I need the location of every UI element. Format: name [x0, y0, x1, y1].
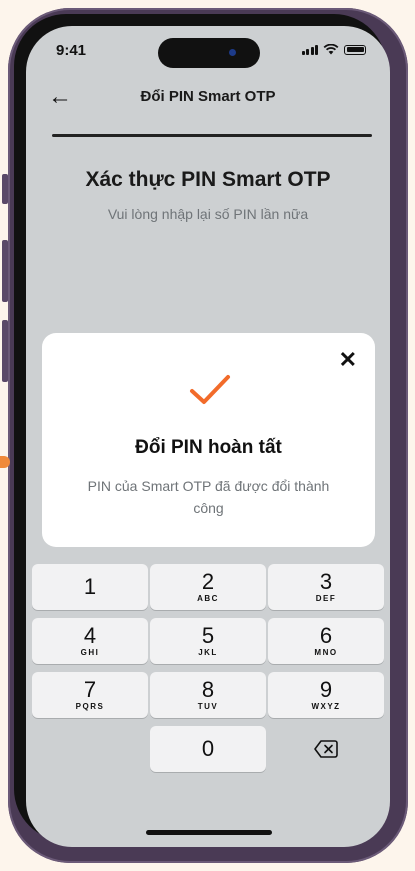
- camera-icon: [229, 49, 236, 56]
- phone-screen: 9:41 ← Đổi PIN Smart OTP Xác thực PIN Sm…: [26, 26, 390, 847]
- side-button-volume-up: [2, 240, 8, 302]
- nav-bar: ← Đổi PIN Smart OTP: [26, 78, 390, 118]
- status-bar: 9:41: [26, 26, 390, 74]
- key-digit: 5: [201, 623, 215, 648]
- key-3[interactable]: 3 DEF: [268, 564, 384, 610]
- key-letters: JKL: [198, 648, 218, 657]
- key-letters: MNO: [314, 648, 338, 657]
- key-1[interactable]: 1: [32, 564, 148, 610]
- key-letters: TUV: [197, 702, 219, 711]
- status-time: 9:41: [56, 42, 87, 59]
- key-digit: 9: [319, 677, 333, 702]
- key-digit: 1: [83, 574, 97, 599]
- key-digit: 4: [83, 623, 97, 648]
- key-2[interactable]: 2 ABC: [150, 564, 266, 610]
- wifi-icon: [323, 44, 339, 55]
- home-indicator[interactable]: [146, 830, 272, 835]
- key-7[interactable]: 7 PQRS: [32, 672, 148, 718]
- key-letters: ABC: [197, 594, 219, 603]
- dialog-title: Đổi PIN hoàn tất: [135, 437, 282, 458]
- status-icons: [301, 44, 366, 55]
- signal-icon: [301, 44, 318, 55]
- key-8[interactable]: 8 TUV: [150, 672, 266, 718]
- key-letters: GHI: [80, 648, 100, 657]
- dynamic-island: [158, 38, 260, 68]
- key-digit: 3: [319, 569, 333, 594]
- key-digit: 6: [319, 623, 333, 648]
- key-5[interactable]: 5 JKL: [150, 618, 266, 664]
- key-letters: PQRS: [75, 702, 105, 711]
- key-digit: 0: [201, 736, 215, 761]
- key-9[interactable]: 9 WXYZ: [268, 672, 384, 718]
- key-6[interactable]: 6 MNO: [268, 618, 384, 664]
- key-4[interactable]: 4 GHI: [32, 618, 148, 664]
- checkmark-icon: [190, 375, 230, 404]
- key-digit: 2: [201, 569, 215, 594]
- nav-title: Đổi PIN Smart OTP: [140, 88, 276, 105]
- success-dialog: ✕ Đổi PIN hoàn tất PIN của Smart OTP đã …: [42, 333, 375, 547]
- battery-icon: [344, 44, 366, 55]
- key-digit: 8: [201, 677, 215, 702]
- backspace-key[interactable]: [268, 726, 384, 772]
- header-divider: [52, 134, 372, 137]
- key-letters: WXYZ: [311, 702, 341, 711]
- key-digit: 7: [83, 677, 97, 702]
- backspace-icon: [314, 740, 338, 758]
- page-subtitle: Vui lòng nhập lại số PIN lần nữa: [107, 206, 309, 222]
- page-title: Xác thực PIN Smart OTP: [85, 168, 331, 191]
- dialog-message: PIN của Smart OTP đã được đổi thành công: [87, 478, 330, 516]
- key-letters: DEF: [315, 594, 337, 603]
- close-icon[interactable]: ✕: [339, 349, 357, 371]
- side-button-action: [2, 174, 8, 204]
- key-0[interactable]: 0: [150, 726, 266, 772]
- side-button-volume-down: [2, 320, 8, 382]
